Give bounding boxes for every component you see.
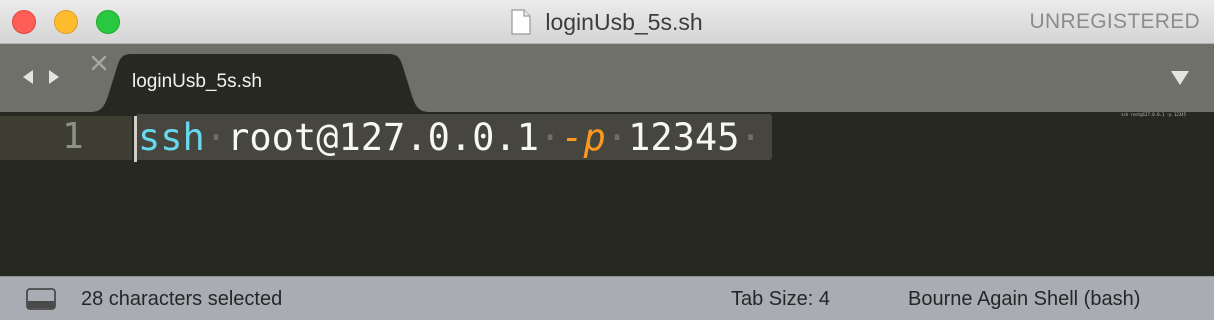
port-token: 12345: [628, 115, 740, 159]
forward-arrow-icon[interactable]: [46, 68, 62, 86]
tab-size-selector[interactable]: Tab Size: 4: [731, 288, 830, 311]
whitespace-marker: ·: [538, 115, 562, 159]
command-token: ssh: [138, 115, 205, 159]
tab-label: loginUsb_5s.sh: [132, 71, 262, 92]
editor-area[interactable]: 1 ssh · root@127.0.0.1 · -p · 12345 · ssh root@…: [0, 112, 1214, 276]
whitespace-marker: ·: [605, 115, 629, 159]
window-title: loginUsb_5s.sh: [545, 8, 703, 35]
tab-loginusb[interactable]: loginUsb_5s.sh: [90, 54, 430, 112]
close-icon[interactable]: [90, 54, 108, 72]
tab-bar: loginUsb_5s.sh: [0, 44, 1214, 112]
status-bar: 28 characters selected Tab Size: 4 Bourn…: [0, 276, 1214, 320]
syntax-selector[interactable]: Bourne Again Shell (bash): [908, 288, 1140, 311]
selection-status: 28 characters selected: [81, 288, 283, 310]
minimap[interactable]: ssh root@127.0.0.1 -p 12345: [1121, 112, 1186, 117]
title-bar: loginUsb_5s.sh UNREGISTERED: [0, 0, 1214, 44]
whitespace-marker: ·: [739, 115, 762, 159]
back-arrow-icon[interactable]: [20, 68, 36, 86]
text-caret: [134, 116, 137, 162]
tab-nav-arrows: [20, 68, 62, 86]
panel-toggle-icon[interactable]: [26, 288, 56, 310]
target-token: root@127.0.0.1: [227, 115, 539, 159]
tab-menu-icon[interactable]: [1170, 70, 1190, 86]
flag-token: -p: [561, 115, 606, 159]
file-icon: [511, 9, 531, 35]
code-line-selection[interactable]: ssh · root@127.0.0.1 · -p · 12345 ·: [136, 114, 772, 160]
line-number: 1: [62, 116, 84, 157]
whitespace-marker: ·: [204, 115, 228, 159]
unregistered-label: UNREGISTERED: [1029, 10, 1200, 33]
